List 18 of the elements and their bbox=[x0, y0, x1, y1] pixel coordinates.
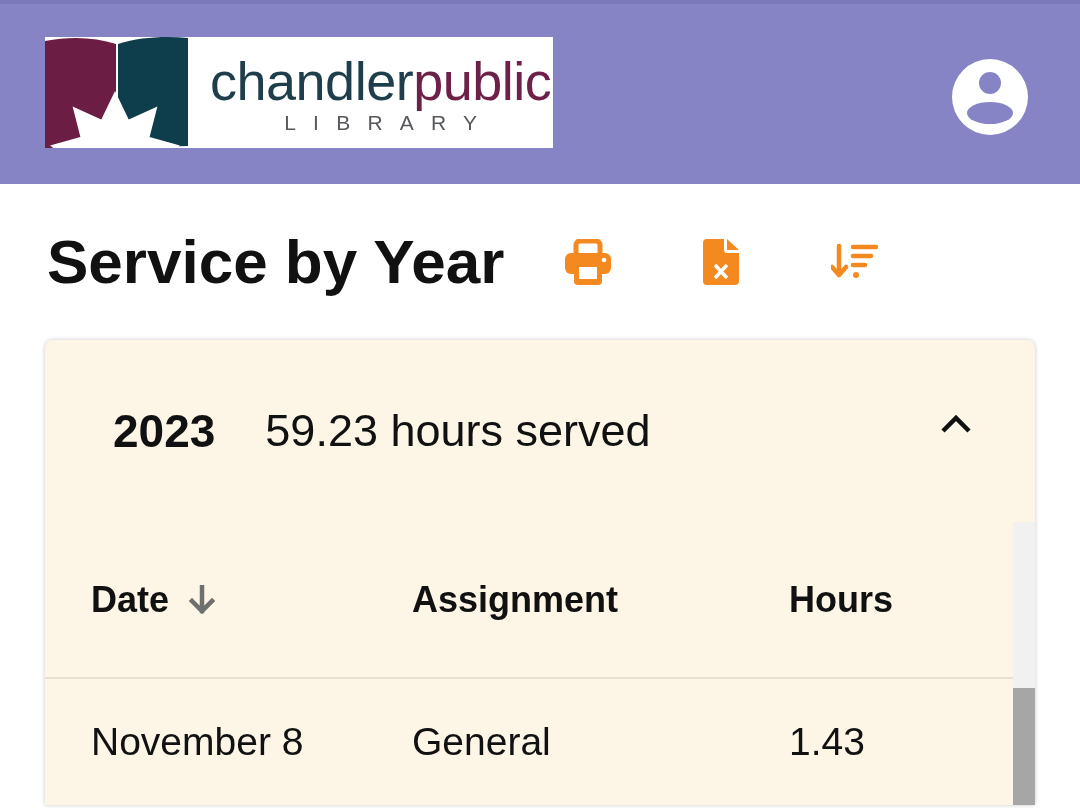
column-header[interactable]: Assignment bbox=[412, 577, 619, 622]
scrollbar-thumb[interactable] bbox=[1013, 688, 1035, 805]
column-header[interactable]: Hours bbox=[789, 577, 893, 622]
logo-subtitle: LIBRARY bbox=[283, 110, 495, 135]
sort-descending-icon bbox=[831, 243, 880, 281]
account-icon bbox=[952, 59, 1028, 135]
column-header[interactable]: Date bbox=[91, 577, 170, 622]
logo-wordmark: chandlerpublic bbox=[210, 50, 552, 111]
account-button[interactable] bbox=[952, 59, 1028, 135]
year-summary-row[interactable]: 2023 59.23 hours served bbox=[45, 340, 1035, 522]
table-cell-text: General bbox=[412, 719, 552, 765]
spreadsheet-file-icon bbox=[703, 239, 740, 285]
hours-summary: 59.23 hours served bbox=[265, 404, 651, 458]
table-cell-text: November 8 bbox=[91, 719, 305, 765]
year-label: 2023 bbox=[113, 404, 216, 458]
table-cell-text: 1.43 bbox=[789, 719, 866, 765]
page-title: Service by Year bbox=[47, 226, 505, 298]
printer-icon bbox=[565, 239, 612, 285]
